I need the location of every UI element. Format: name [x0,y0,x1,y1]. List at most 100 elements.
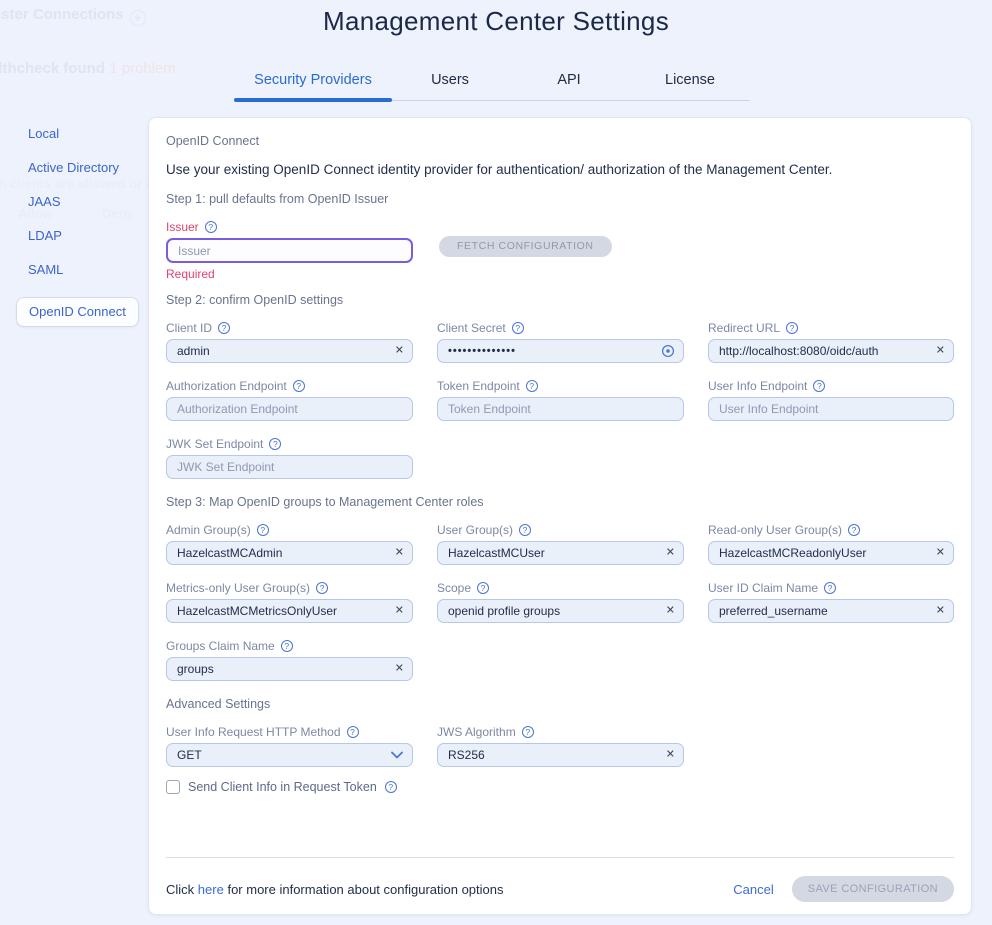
sidebar-item-saml[interactable]: SAML [28,263,148,277]
send-client-info-help-icon[interactable] [385,781,397,793]
user-id-claim-name-help-icon[interactable] [824,582,836,594]
field-jws-algorithm: JWS Algorithm [437,724,684,767]
user-info-request-http-method-help-icon[interactable] [347,726,359,738]
admin-groups-clear-icon[interactable] [395,548,404,559]
user-id-claim-name-clear-icon[interactable] [936,606,945,617]
field-readonly-user-groups: Read-only User Group(s) [708,522,954,565]
user-groups-clear-icon[interactable] [666,548,675,559]
save-configuration-button[interactable]: SAVE CONFIGURATION [792,876,954,902]
page-title: Management Center Settings [0,6,992,37]
issuer-required-message: Required [166,267,954,281]
issuer-label-row: Issuer [166,219,954,235]
field-client-id: Client ID [166,320,413,363]
scope-help-icon[interactable] [477,582,489,594]
user-info-request-http-method-select[interactable] [166,743,413,767]
authorization-endpoint-help-icon[interactable] [293,380,305,392]
issuer-help-icon[interactable] [205,221,217,233]
sidebar-item-local[interactable]: Local [28,127,148,141]
tab-users[interactable]: Users [392,66,508,100]
admin-groups-help-icon[interactable] [257,524,269,536]
sidebar-item-ldap[interactable]: LDAP [28,229,148,243]
fetch-configuration-button[interactable]: FETCH CONFIGURATION [439,236,612,257]
authorization-endpoint-input[interactable] [166,397,413,421]
client-secret-help-icon[interactable] [512,322,524,334]
scope-input[interactable] [437,599,684,623]
client-secret-input[interactable] [437,339,684,363]
user-groups-help-icon[interactable] [519,524,531,536]
footer-info-prefix: Click [166,882,194,897]
redirect-url-clear-icon[interactable] [936,346,945,357]
issuer-row: FETCH CONFIGURATION [166,235,954,263]
metrics-only-user-groups-clear-icon[interactable] [395,606,404,617]
send-client-info-checkbox-row[interactable]: Send Client Info in Request Token [166,780,954,794]
jws-algorithm-input[interactable] [437,743,684,767]
jws-algorithm-help-icon[interactable] [522,726,534,738]
field-authorization-endpoint: Authorization Endpoint [166,378,413,421]
jwk-set-endpoint-label: JWK Set Endpoint [166,437,263,451]
issuer-label: Issuer [166,220,199,234]
field-metrics-only-user-groups: Metrics-only User Group(s) [166,580,413,623]
user-info-endpoint-label: User Info Endpoint [708,379,807,393]
field-client-secret: Client Secret [437,320,684,363]
readonly-user-groups-input[interactable] [708,541,954,565]
user-id-claim-name-input[interactable] [708,599,954,623]
jws-algorithm-clear-icon[interactable] [666,750,675,761]
background-healthcheck-label: althcheck found [0,60,105,77]
jwk-set-endpoint-input[interactable] [166,455,413,479]
field-jwk-set-endpoint: JWK Set Endpoint [166,436,413,479]
eye-icon[interactable] [661,344,675,358]
jwk-set-endpoint-help-icon[interactable] [269,438,281,450]
redirect-url-input[interactable] [708,339,954,363]
user-groups-input[interactable] [437,541,684,565]
cancel-button[interactable]: Cancel [733,882,773,897]
token-endpoint-help-icon[interactable] [526,380,538,392]
user-info-endpoint-input[interactable] [708,397,954,421]
user-groups-label: User Group(s) [437,523,513,537]
scope-label: Scope [437,581,471,595]
field-scope: Scope [437,580,684,623]
send-client-info-label: Send Client Info in Request Token [188,780,377,794]
readonly-user-groups-help-icon[interactable] [848,524,860,536]
send-client-info-checkbox[interactable] [166,780,180,794]
step1-heading: Step 1: pull defaults from OpenID Issuer [166,192,954,206]
step3-fields-grid: Admin Group(s) User Group(s) Read-only U… [166,522,954,681]
client-id-input[interactable] [166,339,413,363]
groups-claim-name-help-icon[interactable] [281,640,293,652]
redirect-url-label: Redirect URL [708,321,780,335]
groups-claim-name-label: Groups Claim Name [166,639,275,653]
issuer-input[interactable] [166,238,413,263]
readonly-user-groups-clear-icon[interactable] [936,548,945,559]
field-admin-groups: Admin Group(s) [166,522,413,565]
security-providers-sidebar: Local Active Directory JAAS LDAP SAML Op… [28,127,148,347]
tab-security-providers[interactable]: Security Providers [234,66,392,100]
step3-heading: Step 3: Map OpenID groups to Management … [166,495,954,509]
sidebar-item-jaas[interactable]: JAAS [28,195,148,209]
metrics-only-user-groups-input[interactable] [166,599,413,623]
user-id-claim-name-label: User ID Claim Name [708,581,818,595]
token-endpoint-input[interactable] [437,397,684,421]
tab-api[interactable]: API [508,66,630,100]
background-text-healthcheck: althcheck found 1 problem [0,60,176,77]
redirect-url-help-icon[interactable] [786,322,798,334]
panel-footer: Click here for more information about co… [166,857,954,902]
token-endpoint-label: Token Endpoint [437,379,520,393]
jws-algorithm-label: JWS Algorithm [437,725,516,739]
client-id-help-icon[interactable] [218,322,230,334]
user-info-endpoint-help-icon[interactable] [813,380,825,392]
chevron-down-icon[interactable] [391,751,403,759]
groups-claim-name-input[interactable] [166,657,413,681]
metrics-only-user-groups-help-icon[interactable] [316,582,328,594]
sidebar-item-active-directory[interactable]: Active Directory [28,161,148,175]
field-user-id-claim-name: User ID Claim Name [708,580,954,623]
scope-clear-icon[interactable] [666,606,675,617]
footer-here-link[interactable]: here [198,882,224,897]
field-token-endpoint: Token Endpoint [437,378,684,421]
background-healthcheck-problem: 1 problem [109,60,176,77]
groups-claim-name-clear-icon[interactable] [395,664,404,675]
field-groups-claim-name: Groups Claim Name [166,638,413,681]
tab-license[interactable]: License [630,66,750,100]
client-id-clear-icon[interactable] [395,346,404,357]
field-user-info-endpoint: User Info Endpoint [708,378,954,421]
admin-groups-input[interactable] [166,541,413,565]
sidebar-item-openid-connect[interactable]: OpenID Connect [16,297,139,327]
